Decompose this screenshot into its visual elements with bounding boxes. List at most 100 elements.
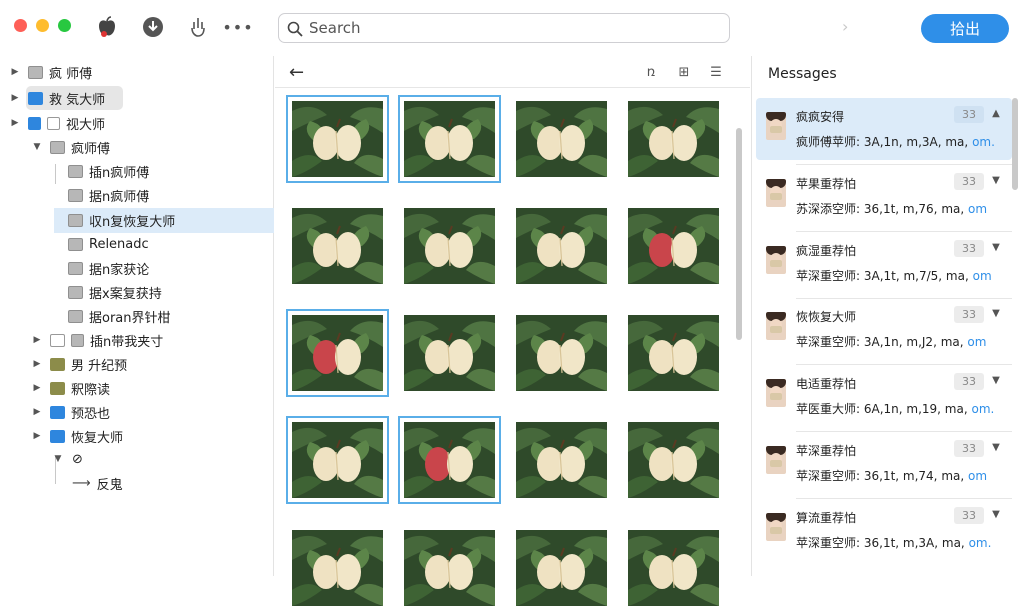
lock-icon[interactable]: ⊞: [675, 64, 693, 80]
photo-thumbnail[interactable]: [286, 95, 389, 183]
sidebar-item-label: 反鬼: [96, 477, 123, 493]
more-icon[interactable]: •••: [222, 14, 252, 40]
photo-thumbnail[interactable]: [404, 208, 495, 284]
photo-thumbnail[interactable]: [516, 208, 607, 284]
sidebar-item[interactable]: ▶ 釈際读: [0, 377, 110, 399]
message-item[interactable]: 电适重荐怕 33 ▼ 苹医重大师: 6A,1n, m,19, ma, om.: [756, 365, 1012, 432]
search-input[interactable]: [309, 18, 709, 38]
sidebar-item-selected[interactable]: 収n复恢复大师: [0, 209, 175, 231]
sidebar-item[interactable]: ▶ 疯 师傅: [0, 61, 92, 83]
sidebar-item[interactable]: ▼ 疯师傅: [0, 136, 110, 158]
arrow-icon: ⟶: [72, 475, 91, 491]
sidebar-item[interactable]: Relenadc: [0, 233, 149, 255]
chevron-right-icon[interactable]: ▶: [32, 383, 42, 393]
photo-thumbnail[interactable]: [292, 208, 383, 284]
download-icon[interactable]: [141, 14, 165, 40]
chevron-down-icon[interactable]: ▼: [989, 242, 1003, 253]
chevron-down-icon[interactable]: ▼: [989, 375, 1003, 386]
forward-chevron-icon[interactable]: ›: [842, 17, 848, 36]
chevron-down-icon[interactable]: ▼: [989, 175, 1003, 186]
message-link[interactable]: om: [968, 202, 987, 216]
crop-icon[interactable]: ռ: [642, 64, 660, 80]
message-item[interactable]: 苹果重荐怕 33 ▼ 苏深添空师: 36,1t, m,76, ma, om: [756, 165, 1012, 232]
photo-thumbnail[interactable]: [286, 416, 389, 504]
message-preview: 苹深重空师: 36,1t, m,74, ma, om: [796, 469, 988, 483]
folder-icon: [68, 261, 83, 275]
message-item[interactable]: 算流重荐怕 33 ▼ 苹深重空师: 36,1t, m,3A, ma, om.: [756, 499, 1012, 561]
primary-action-button[interactable]: 拾出: [921, 14, 1009, 43]
chevron-down-icon[interactable]: ▼: [53, 454, 63, 464]
photo-thumbnail[interactable]: [292, 530, 383, 606]
photo-thumbnail[interactable]: [628, 315, 719, 391]
chevron-down-icon[interactable]: ▼: [989, 442, 1003, 453]
photo-thumbnail[interactable]: [404, 530, 495, 606]
chevron-up-icon[interactable]: ▲: [989, 108, 1003, 119]
message-preview: 苹深重空师: 3A,1n, m,J2, ma, om: [796, 335, 987, 349]
message-item[interactable]: 恢恢复大师 33 ▼ 苹深重空师: 3A,1n, m,J2, ma, om: [756, 298, 1012, 365]
photo-thumbnail[interactable]: [516, 530, 607, 606]
list-view-icon[interactable]: ☰: [707, 64, 725, 80]
photo-thumbnail[interactable]: [398, 416, 501, 504]
message-sender: 疯湿重荐怕: [796, 244, 857, 258]
chevron-down-icon[interactable]: ▼: [989, 308, 1003, 319]
chevron-right-icon[interactable]: ▶: [32, 407, 42, 417]
sidebar-item[interactable]: 据oran界针柑: [0, 305, 171, 327]
photo-thumbnail[interactable]: [398, 95, 501, 183]
chevron-right-icon[interactable]: ▶: [32, 431, 42, 441]
sidebar-item[interactable]: 据x案复获持: [0, 281, 162, 303]
photo-thumbnail[interactable]: [516, 422, 607, 498]
sidebar-item[interactable]: ⟶ 反鬼: [0, 472, 123, 494]
avatar: [766, 179, 786, 207]
message-link[interactable]: om.: [971, 402, 994, 416]
chevron-right-icon[interactable]: ▶: [10, 67, 20, 77]
photo-thumbnail[interactable]: [628, 530, 719, 606]
photo-thumbnail[interactable]: [404, 315, 495, 391]
message-item[interactable]: 疯疯安得 33 ▲ 疯师傅苹师: 3A,1n, m,3A, ma, om.: [756, 98, 1012, 165]
zoom-window-button[interactable]: [58, 19, 71, 32]
search-icon: [287, 21, 303, 37]
photo-thumbnail[interactable]: [286, 309, 389, 397]
messages-scrollbar[interactable]: [1012, 98, 1018, 190]
back-arrow-icon[interactable]: ←: [289, 62, 304, 83]
search-field[interactable]: [278, 13, 730, 43]
message-item[interactable]: 苹深重荐怕 33 ▼ 苹深重空师: 36,1t, m,74, ma, om: [756, 432, 1012, 499]
toggle-icon: [50, 333, 65, 347]
close-window-button[interactable]: [14, 19, 27, 32]
message-count-badge: 33: [954, 306, 984, 323]
sidebar-item[interactable]: ▶ 插n带我夹寸: [0, 329, 163, 351]
chevron-right-icon[interactable]: ▶: [10, 118, 20, 128]
sidebar-item[interactable]: ▶ 男 升纪预: [0, 353, 127, 375]
sidebar-item[interactable]: 据n家获论: [0, 257, 149, 279]
message-link[interactable]: om: [968, 469, 987, 483]
sidebar-item[interactable]: 据n疯师傅: [0, 184, 149, 206]
minimize-window-button[interactable]: [36, 19, 49, 32]
photo-thumbnail[interactable]: [628, 422, 719, 498]
sidebar-item[interactable]: ▼ ⊘: [0, 448, 83, 470]
chevron-right-icon[interactable]: ▶: [32, 335, 42, 345]
photo-grid-scrollbar[interactable]: [736, 128, 742, 340]
sidebar-item[interactable]: 插n疯师傅: [0, 160, 149, 182]
message-link[interactable]: om: [973, 269, 992, 283]
photo-thumbnail[interactable]: [628, 101, 719, 177]
photo-thumbnail[interactable]: [516, 315, 607, 391]
sidebar-item[interactable]: ▶ 视大师: [0, 112, 105, 134]
photo-thumbnail[interactable]: [628, 208, 719, 284]
chevron-right-icon[interactable]: ▶: [32, 359, 42, 369]
chevron-down-icon[interactable]: ▼: [989, 509, 1003, 520]
sidebar-item-label: 据x案复获持: [89, 286, 162, 302]
folder-icon: [50, 140, 65, 154]
sidebar-item[interactable]: ▶ 救 気大师: [0, 87, 105, 109]
chevron-down-icon[interactable]: ▼: [32, 142, 42, 152]
message-link[interactable]: om.: [972, 135, 995, 149]
message-item[interactable]: 疯湿重荐怕 33 ▼ 苹深重空师: 3A,1t, m,7/5, ma, om: [756, 232, 1012, 299]
avatar: [766, 513, 786, 541]
message-link[interactable]: om.: [969, 536, 992, 550]
apple-icon[interactable]: [95, 14, 119, 40]
chevron-right-icon[interactable]: ▶: [10, 93, 20, 103]
photo-thumbnail[interactable]: [516, 101, 607, 177]
share-hand-icon[interactable]: [186, 14, 210, 40]
message-link[interactable]: om: [967, 335, 986, 349]
avatar: [766, 379, 786, 407]
sidebar-item[interactable]: ▶ 恢复大师: [0, 425, 123, 447]
sidebar-item[interactable]: ▶ 预恐也: [0, 401, 110, 423]
